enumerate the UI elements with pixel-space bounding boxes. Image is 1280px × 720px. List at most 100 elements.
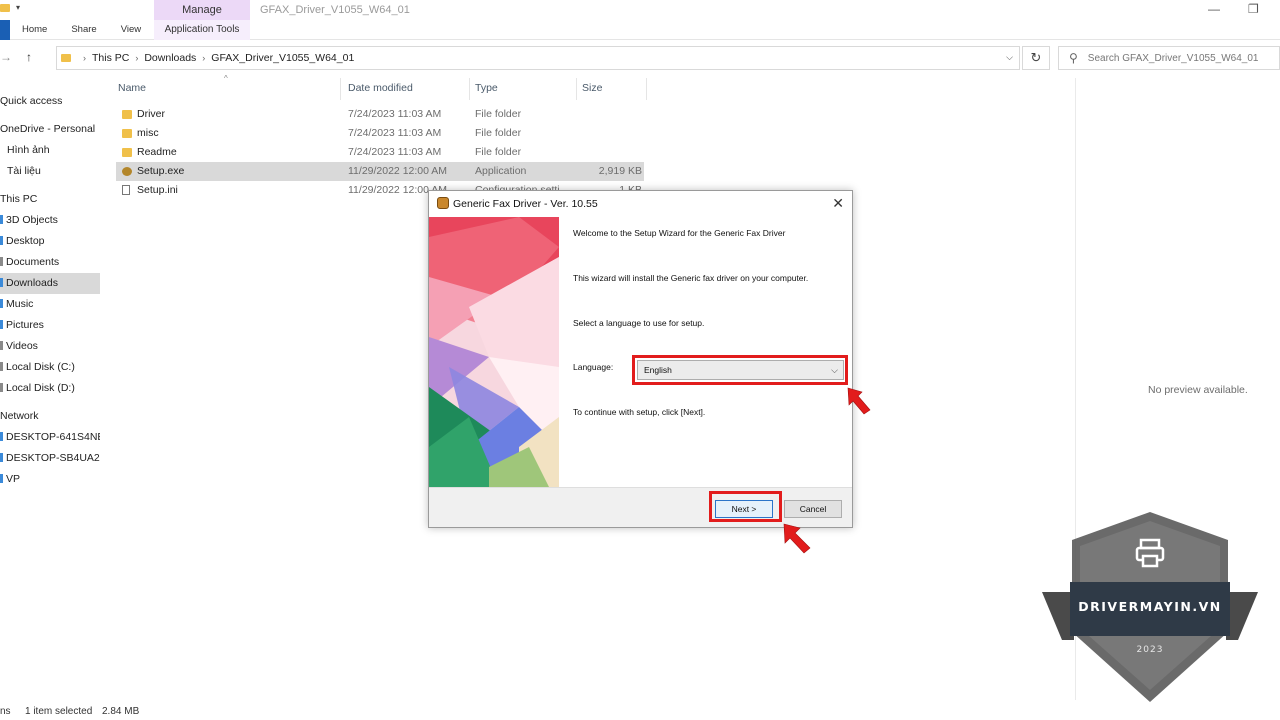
file-date: 11/29/2022 12:00 AM: [348, 165, 448, 177]
dialog-footer: Next > Cancel: [429, 487, 852, 527]
sidebar-item-label: Quick access: [0, 95, 63, 107]
chevron-right-icon[interactable]: ›: [202, 53, 205, 63]
minimize-icon[interactable]: —: [1208, 2, 1220, 16]
setup-app-icon: [437, 197, 449, 209]
tab-file[interactable]: [0, 20, 10, 40]
column-header-type[interactable]: Type: [475, 82, 498, 94]
close-icon[interactable]: ✕: [832, 195, 844, 212]
sidebar-item-label: DESKTOP-SB4UA2G: [6, 452, 100, 464]
desktop-icon: [0, 236, 3, 245]
breadcrumb-this-pc[interactable]: This PC: [92, 52, 129, 64]
sidebar-item-label: 3D Objects: [6, 214, 58, 226]
drive-icon: [0, 383, 3, 392]
sidebar-item-this-pc[interactable]: This PC: [0, 189, 100, 210]
sidebar-item-documents[interactable]: Documents: [0, 252, 100, 273]
sidebar-item-tai-lieu[interactable]: Tài liệu: [0, 161, 100, 182]
sidebar-item-desktop[interactable]: Desktop: [0, 231, 100, 252]
sidebar-item-label: Pictures: [6, 319, 44, 331]
column-divider[interactable]: [576, 78, 577, 100]
status-item-count: ns: [0, 706, 11, 717]
watermark-year: 2023: [1136, 645, 1164, 655]
pictures-icon: [0, 320, 3, 329]
file-name: Driver: [137, 108, 165, 120]
sidebar-item-desktop-641s4ne[interactable]: DESKTOP-641S4NE: [0, 427, 100, 448]
folder-icon: [61, 54, 71, 62]
sidebar-item-label: Tài liệu: [7, 165, 41, 177]
sidebar-item-network[interactable]: Network: [0, 406, 100, 427]
file-row-misc[interactable]: misc 7/24/2023 11:03 AM File folder: [116, 124, 644, 143]
status-size: 2.84 MB: [102, 706, 140, 717]
sidebar-item-label: VP: [6, 473, 21, 485]
sidebar-item-onedrive[interactable]: OneDrive - Personal: [0, 119, 100, 140]
computer-icon: [0, 432, 3, 441]
dialog-titlebar[interactable]: Generic Fax Driver - Ver. 10.55 ✕: [429, 191, 852, 217]
search-icon: ⚲: [1069, 51, 1078, 65]
chevron-right-icon[interactable]: ›: [135, 53, 138, 63]
file-size: 2,919 KB: [598, 165, 642, 177]
sidebar-item-label: OneDrive - Personal: [0, 123, 96, 135]
file-date: 7/24/2023 11:03 AM: [348, 146, 442, 158]
column-header-size[interactable]: Size: [582, 82, 602, 94]
red-arrow-icon: [783, 523, 811, 554]
sidebar-item-music[interactable]: Music: [0, 294, 100, 315]
chevron-down-icon[interactable]: ▾: [16, 3, 20, 12]
file-row-readme[interactable]: Readme 7/24/2023 11:03 AM File folder: [116, 143, 644, 162]
sidebar-item-hinh-anh[interactable]: Hình ảnh: [0, 140, 100, 161]
column-header-name[interactable]: Name: [118, 82, 146, 94]
language-label: Language:: [573, 362, 614, 372]
navigation-pane: Quick access OneDrive - Personal Hình ản…: [0, 90, 102, 700]
sidebar-item-label: Local Disk (D:): [6, 382, 75, 394]
column-divider[interactable]: [469, 78, 470, 100]
setup-app-icon: [122, 167, 132, 176]
sidebar-item-label: Downloads: [6, 277, 58, 289]
folder-icon: [122, 148, 132, 157]
sidebar-item-label: Videos: [6, 340, 38, 352]
tab-home[interactable]: Home: [10, 20, 59, 40]
chevron-right-icon[interactable]: ›: [83, 53, 86, 63]
sidebar-item-local-disk-d[interactable]: Local Disk (D:): [0, 378, 100, 399]
folder-icon: [122, 110, 132, 119]
sidebar-item-vp[interactable]: VP: [0, 469, 100, 490]
dialog-body: Welcome to the Setup Wizard for the Gene…: [573, 217, 853, 487]
file-row-driver[interactable]: Driver 7/24/2023 11:03 AM File folder: [116, 105, 644, 124]
sidebar-item-local-disk-c[interactable]: Local Disk (C:): [0, 357, 100, 378]
sidebar-item-downloads[interactable]: Downloads: [0, 273, 100, 294]
column-divider[interactable]: [340, 78, 341, 100]
refresh-button[interactable]: ↻: [1022, 46, 1050, 70]
file-name: Readme: [137, 146, 177, 158]
column-header-date[interactable]: Date modified: [348, 82, 413, 94]
file-date: 7/24/2023 11:03 AM: [348, 127, 442, 139]
address-bar[interactable]: › This PC › Downloads › GFAX_Driver_V105…: [56, 46, 1020, 70]
chevron-down-icon[interactable]: ⌵: [1006, 52, 1013, 63]
folder-icon[interactable]: [0, 3, 10, 12]
cancel-button[interactable]: Cancel: [784, 500, 842, 518]
search-input[interactable]: ⚲ Search GFAX_Driver_V1055_W64_01: [1058, 46, 1280, 70]
address-bar-row: → ↑ › This PC › Downloads › GFAX_Driver_…: [0, 44, 1280, 72]
up-arrow-icon[interactable]: ↑: [26, 50, 32, 64]
computer-icon: [0, 474, 3, 483]
breadcrumb-downloads[interactable]: Downloads: [144, 52, 196, 64]
tab-manage[interactable]: Manage: [154, 0, 250, 20]
sidebar-item-label: Hình ảnh: [7, 144, 50, 156]
file-name: Setup.exe: [137, 165, 185, 177]
sidebar-item-desktop-sb4ua2g[interactable]: DESKTOP-SB4UA2G: [0, 448, 100, 469]
forward-arrow-icon[interactable]: →: [0, 50, 12, 64]
file-row-setup-exe[interactable]: Setup.exe 11/29/2022 12:00 AM Applicatio…: [116, 162, 644, 181]
sidebar-item-videos[interactable]: Videos: [0, 336, 100, 357]
downloads-icon: [0, 278, 3, 287]
tab-application-tools[interactable]: Application Tools: [154, 20, 250, 40]
status-selected: 1 item selected: [25, 706, 93, 717]
sidebar-item-quick-access[interactable]: Quick access: [0, 91, 100, 112]
tab-share[interactable]: Share: [59, 20, 108, 40]
tab-view[interactable]: View: [109, 20, 153, 40]
3d-objects-icon: [0, 215, 3, 224]
column-divider[interactable]: [646, 78, 647, 100]
sidebar-item-label: Network: [0, 410, 39, 422]
breadcrumb-current-folder[interactable]: GFAX_Driver_V1055_W64_01: [211, 52, 354, 64]
navigation-buttons: → ↑: [0, 50, 32, 64]
select-language-text: Select a language to use for setup.: [573, 318, 705, 328]
restore-icon[interactable]: ❐: [1248, 2, 1259, 16]
sidebar-item-3d-objects[interactable]: 3D Objects: [0, 210, 100, 231]
sidebar-item-pictures[interactable]: Pictures: [0, 315, 100, 336]
sidebar-item-label: Desktop: [6, 235, 45, 247]
